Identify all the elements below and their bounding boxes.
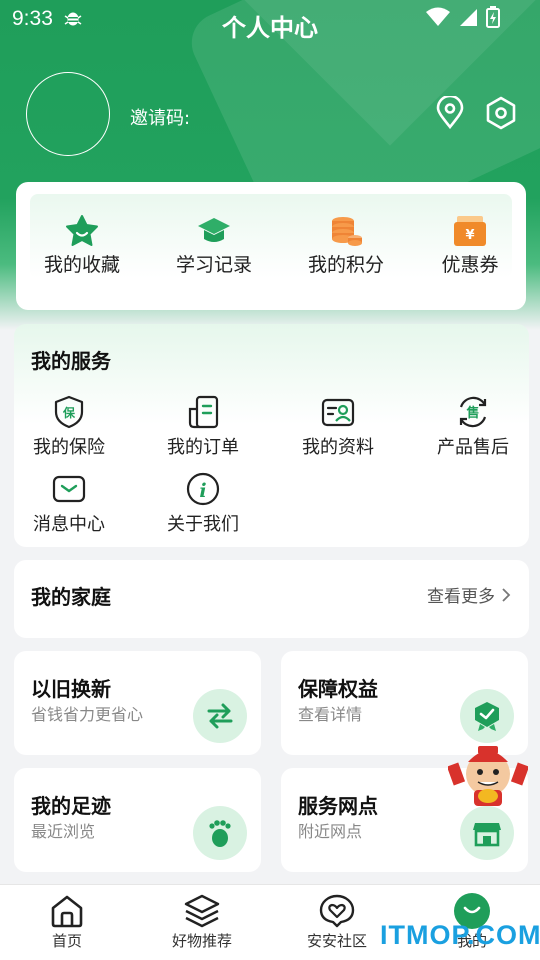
info-symbol: i <box>199 480 206 502</box>
message-icon <box>52 475 86 503</box>
services-card: 我的服务 保 我的保险 我的订单 我的资料 售 产品售后 消息中心 i 关于我们 <box>14 324 529 547</box>
tab-home[interactable]: 首页 <box>12 893 122 951</box>
feature-card-trade-in[interactable]: 以旧换新 省钱省力更省心 <box>14 651 261 755</box>
quick-item-favorites[interactable]: 我的收藏 <box>22 214 142 277</box>
service-item-orders[interactable]: 我的订单 <box>148 395 258 459</box>
coupon-icon: ¥ <box>454 216 486 246</box>
quick-item-coupons[interactable]: ¥ 优惠券 <box>410 214 530 277</box>
view-more-link[interactable]: 查看更多 <box>427 582 511 607</box>
family-card[interactable]: 我的家庭 查看更多 <box>14 560 529 638</box>
service-item-label: 我的订单 <box>167 437 239 458</box>
quick-item-label: 我的积分 <box>307 254 384 276</box>
feature-subtitle: 附近网点 <box>298 822 363 841</box>
layers-icon <box>184 894 220 928</box>
badge-check-icon <box>475 702 499 731</box>
feature-title: 服务网点 <box>298 794 378 818</box>
feature-icon-circle <box>193 689 247 743</box>
promo-mascot-icon[interactable] <box>448 744 528 808</box>
insurance-shield-icon: 保 <box>54 395 84 429</box>
service-item-label: 关于我们 <box>167 514 239 535</box>
order-icon <box>188 395 219 429</box>
location-pin-icon[interactable] <box>433 96 467 130</box>
store-icon <box>473 823 501 847</box>
service-item-label: 消息中心 <box>33 514 105 535</box>
heart-chat-icon <box>319 894 355 928</box>
service-item-about[interactable]: i 关于我们 <box>148 472 258 536</box>
feature-title: 保障权益 <box>298 677 378 701</box>
after-sales-symbol: 售 <box>466 405 479 421</box>
quick-item-points[interactable]: 我的积分 <box>286 214 406 277</box>
feature-card-footprint[interactable]: 我的足迹 最近浏览 <box>14 768 261 872</box>
service-item-label: 我的资料 <box>302 437 374 458</box>
avatar[interactable] <box>26 72 110 156</box>
home-icon <box>51 895 83 928</box>
coins-icon <box>332 217 362 246</box>
service-item-after-sales[interactable]: 售 产品售后 <box>418 395 528 459</box>
service-item-label: 我的保险 <box>33 437 105 458</box>
profile-card-icon <box>321 398 355 427</box>
tab-recommend[interactable]: 好物推荐 <box>147 893 257 951</box>
feature-card-protection[interactable]: 保障权益 查看详情 <box>281 651 528 755</box>
footprint-icon <box>209 820 231 847</box>
feature-icon-circle <box>460 806 514 860</box>
service-item-profile[interactable]: 我的资料 <box>283 395 393 459</box>
service-item-insurance[interactable]: 保 我的保险 <box>14 395 124 459</box>
page-title: 个人中心 <box>222 14 318 42</box>
coupon-symbol: ¥ <box>465 228 474 243</box>
quick-item-label: 我的收藏 <box>43 254 120 276</box>
view-more-label: 查看更多 <box>427 587 495 607</box>
chevron-right-icon <box>502 587 511 602</box>
feature-icon-circle <box>460 689 514 743</box>
tab-label: 安安社区 <box>306 932 367 950</box>
feature-subtitle: 省钱省力更省心 <box>31 705 144 724</box>
services-title: 我的服务 <box>31 349 111 373</box>
info-icon: i <box>186 472 220 506</box>
star-icon <box>66 215 98 246</box>
settings-gear-icon[interactable] <box>484 96 518 130</box>
invite-code-label: 邀请码: <box>130 108 191 129</box>
feature-title: 以旧换新 <box>31 677 111 701</box>
feature-title: 我的足迹 <box>31 794 111 818</box>
watermark: ITMOP.COM <box>380 920 540 950</box>
quick-access-card: 我的收藏 学习记录 我的积分 ¥ 优惠券 <box>16 182 526 310</box>
tab-label: 首页 <box>51 932 82 950</box>
feature-subtitle: 查看详情 <box>298 705 363 724</box>
swap-arrows-icon <box>207 703 233 729</box>
feature-icon-circle <box>193 806 247 860</box>
quick-item-label: 学习记录 <box>175 254 252 276</box>
quick-item-study-history[interactable]: 学习记录 <box>154 214 274 277</box>
tab-community[interactable]: 安安社区 <box>282 893 392 951</box>
quick-item-label: 优惠券 <box>441 254 499 276</box>
after-sales-icon: 售 <box>459 396 487 428</box>
family-title: 我的家庭 <box>31 585 111 609</box>
smile-icon <box>463 906 481 914</box>
tab-label: 好物推荐 <box>171 932 232 950</box>
service-item-messages[interactable]: 消息中心 <box>14 472 124 536</box>
insurance-symbol: 保 <box>62 405 76 420</box>
service-item-label: 产品售后 <box>437 437 509 458</box>
graduation-cap-icon <box>198 218 230 242</box>
feature-subtitle: 最近浏览 <box>31 822 96 841</box>
